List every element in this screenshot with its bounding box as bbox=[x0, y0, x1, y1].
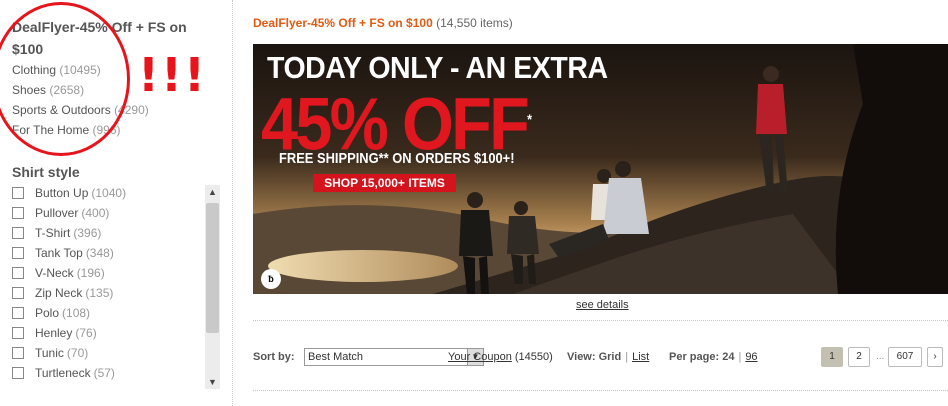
shop-items-button[interactable]: SHOP 15,000+ ITEMS bbox=[313, 174, 456, 192]
per-page-96-link[interactable]: 96 bbox=[745, 351, 757, 363]
sort-label: Sort by: bbox=[253, 351, 295, 363]
filter-option-tank-top[interactable]: Tank Top (348) bbox=[10, 243, 220, 263]
filter-option-tunic[interactable]: Tunic (70) bbox=[10, 343, 220, 363]
view-label: View: bbox=[567, 351, 596, 363]
divider-bottom bbox=[253, 390, 948, 391]
brand-logo-icon: ƀ bbox=[261, 269, 281, 289]
filter-checkbox[interactable] bbox=[12, 227, 24, 239]
deal-heading: DealFlyer-45% Off + FS on $100 (14,550 i… bbox=[253, 16, 513, 30]
filter-option-polo[interactable]: Polo (108) bbox=[10, 303, 220, 323]
filter-checkbox[interactable] bbox=[12, 267, 24, 279]
left-sidebar: DealFlyer-45% Off + FS on $100 Clothing … bbox=[0, 0, 232, 406]
page-1-button[interactable]: 1 bbox=[821, 347, 843, 367]
view-grid-option: Grid bbox=[598, 351, 622, 363]
page-2-button[interactable]: 2 bbox=[848, 347, 870, 367]
per-page-label: Per page: bbox=[669, 351, 720, 363]
coupon-info: Your Coupon (14550) bbox=[448, 346, 553, 368]
category-item-shoes[interactable]: Shoes (2658) bbox=[12, 80, 149, 100]
filter-scrollbar[interactable]: ▲ ▼ bbox=[205, 185, 220, 389]
category-item-clothing[interactable]: Clothing (10495) bbox=[12, 60, 149, 80]
filter-option-henley[interactable]: Henley (76) bbox=[10, 323, 220, 343]
column-divider bbox=[232, 0, 233, 406]
filter-option-pullover[interactable]: Pullover (400) bbox=[10, 203, 220, 223]
shirt-style-title: Shirt style bbox=[12, 164, 80, 180]
category-count: (996) bbox=[92, 123, 121, 137]
category-count: (2658) bbox=[49, 83, 85, 97]
filter-option-turtleneck[interactable]: Turtleneck (57) bbox=[10, 363, 220, 383]
category-count: (10495) bbox=[59, 63, 101, 77]
page-last-button[interactable]: 607 bbox=[888, 347, 922, 367]
filter-checkbox[interactable] bbox=[12, 367, 24, 379]
scroll-down-icon[interactable]: ▼ bbox=[205, 375, 220, 389]
filter-option-t-shirt[interactable]: T-Shirt (396) bbox=[10, 223, 220, 243]
scroll-up-icon[interactable]: ▲ bbox=[205, 185, 220, 199]
filter-option-v-neck[interactable]: V-Neck (196) bbox=[10, 263, 220, 283]
filter-checkbox[interactable] bbox=[12, 347, 24, 359]
filter-checkbox[interactable] bbox=[12, 187, 24, 199]
see-details-link[interactable]: see details bbox=[576, 299, 629, 311]
divider-top bbox=[253, 320, 948, 321]
banner-shipping-text: FREE SHIPPING** ON ORDERS $100+! bbox=[279, 150, 515, 167]
sort-value: Best Match bbox=[308, 351, 364, 363]
per-page-current: 24 bbox=[722, 351, 735, 363]
shirt-style-filter-list[interactable]: Button Up (1040) Pullover (400) T-Shirt (39… bbox=[10, 183, 220, 390]
annotation-exclamation: !!! bbox=[138, 48, 207, 102]
filter-checkbox[interactable] bbox=[12, 207, 24, 219]
filter-checkbox[interactable] bbox=[12, 247, 24, 259]
results-toolbar: Sort by: Best Match ▼ Your Coupon (14550… bbox=[253, 346, 948, 368]
promo-banner[interactable]: TODAY ONLY - AN EXTRA 45% OFF* FREE SHIP… bbox=[253, 44, 948, 294]
category-item-for-the-home[interactable]: For The Home (996) bbox=[12, 120, 149, 140]
filter-checkbox[interactable] bbox=[12, 327, 24, 339]
deal-title: DealFlyer-45% Off + FS on $100 bbox=[253, 16, 433, 30]
filter-checkbox[interactable] bbox=[12, 307, 24, 319]
view-list-link[interactable]: List bbox=[632, 351, 649, 363]
filter-option-button-up[interactable]: Button Up (1040) bbox=[10, 183, 220, 203]
scroll-thumb[interactable] bbox=[206, 203, 219, 333]
your-coupon-link[interactable]: Your Coupon bbox=[448, 351, 512, 363]
pagination-ellipsis: ... bbox=[876, 351, 885, 362]
main-content: DealFlyer-45% Off + FS on $100 (14,550 i… bbox=[253, 0, 948, 406]
filter-option-zip-neck[interactable]: Zip Neck (135) bbox=[10, 283, 220, 303]
next-page-icon[interactable]: › bbox=[927, 347, 943, 367]
category-item-sports-outdoors[interactable]: Sports & Outdoors (4290) bbox=[12, 100, 149, 120]
view-options: View: Grid | List bbox=[567, 351, 650, 363]
coupon-count: (14550) bbox=[514, 351, 553, 363]
category-list: Clothing (10495) Shoes (2658) Sports & O… bbox=[12, 60, 149, 140]
per-page-options: Per page: 24 | 96 bbox=[669, 351, 758, 363]
category-count: (4290) bbox=[114, 103, 149, 117]
item-count: (14,550 items) bbox=[436, 16, 513, 30]
filter-checkbox[interactable] bbox=[12, 287, 24, 299]
